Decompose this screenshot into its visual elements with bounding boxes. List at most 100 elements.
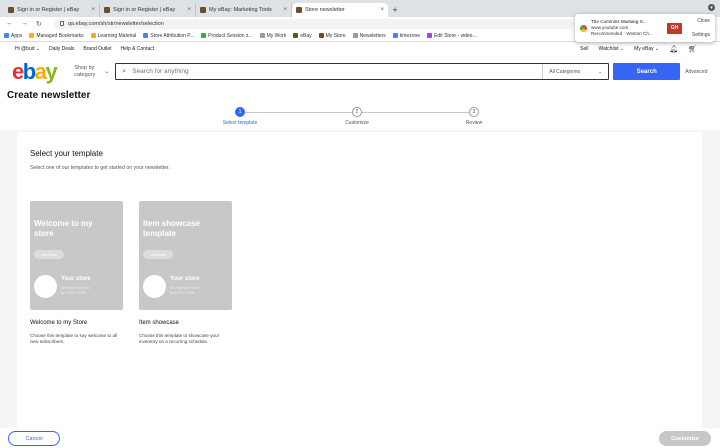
step-2-label: Customize (345, 120, 369, 126)
bell-icon[interactable]: 🔔︎ (669, 45, 678, 53)
tab-title: My eBay: Marketing Tools (209, 7, 272, 13)
close-tab-icon[interactable]: × (91, 7, 95, 13)
bookmark-label: My Work (266, 32, 287, 39)
template-welcome-name[interactable]: Welcome to my Store (30, 320, 87, 326)
bookmark-label: Store Attribution P... (150, 32, 195, 39)
figma-icon (427, 33, 433, 38)
bookmark-newsletters[interactable]: Newsletters (352, 33, 386, 39)
popup-settings-button[interactable]: Settings (686, 32, 710, 38)
search-bar: ⌕ All Categories ⌄ (115, 63, 610, 80)
step-3-label: Review (465, 120, 483, 126)
bookmark-label: eBay (300, 32, 312, 39)
cancel-button[interactable]: Cancel (8, 431, 60, 446)
video-thumbnail: GH (667, 22, 682, 34)
sheet-icon (201, 33, 207, 38)
template-preview-heading: Welcome to my store (34, 219, 93, 238)
advanced-search-link[interactable]: Advanced (685, 69, 707, 75)
search-input[interactable] (132, 68, 543, 75)
bookmark-timezone[interactable]: timezone (392, 32, 421, 39)
bookmark-label: timezone (399, 32, 421, 39)
chrome-icon (580, 24, 587, 32)
brand-outlet-link[interactable]: Brand Outlet (83, 46, 111, 52)
footer-bar (0, 428, 720, 448)
store-meta-line: On eBay since xx/xx (61, 286, 90, 290)
logo-letter: e (12, 58, 24, 84)
chevron-down-icon: ⌄ (655, 46, 660, 52)
logo-letter: y (45, 58, 57, 84)
popup-close-button[interactable]: Close (686, 18, 710, 24)
category-select[interactable]: All Categories ⌄ (542, 64, 608, 79)
popup-status: Recommended · Weston Ch... (591, 31, 653, 36)
store-meta-line: On eBay since xx/xx (170, 286, 199, 290)
template-showcase-name[interactable]: Item showcase (139, 320, 179, 326)
new-tab-icon[interactable]: + (388, 3, 402, 17)
daily-deals-link[interactable]: Daily Deals (49, 46, 74, 52)
apps-grid-icon (4, 33, 9, 38)
tab-title: Sign in or Register | eBay (113, 7, 176, 13)
bookmark-product-session[interactable]: Product Session z... (201, 32, 253, 39)
shop-by-category-button[interactable]: Shop by category (74, 65, 102, 78)
back-icon[interactable]: ← (6, 20, 13, 27)
help-contact-link[interactable]: Help & Contact (121, 46, 155, 52)
sell-link[interactable]: Sell (580, 46, 588, 52)
greeting-link[interactable]: Hi @bud ⌄ (15, 46, 40, 52)
stepper-line (245, 112, 352, 113)
browser-tab-4[interactable]: Store newsletter × (292, 3, 388, 17)
close-tab-icon[interactable]: × (187, 7, 191, 13)
chevron-down-icon: ⌄ (598, 68, 603, 75)
url-text: qa.ebay.com/sh/str/newsletter/selection (67, 20, 164, 27)
bookmark-store-attribution[interactable]: Store Attribution P... (143, 33, 194, 39)
doc-icon (143, 33, 149, 38)
window-control-icon[interactable]: ▾ (708, 4, 715, 11)
template-showcase-preview[interactable]: Item showcase template Visit Store Your … (139, 201, 232, 310)
my-ebay-link[interactable]: My eBay ⌄ (634, 46, 659, 52)
bookmark-learning[interactable]: Learning Material (90, 33, 136, 39)
bookmark-label: Product Session z... (208, 32, 253, 39)
customize-button[interactable]: Customize (659, 431, 711, 446)
cart-icon[interactable]: 🛒︎ (688, 45, 697, 53)
template-store-name: Your store (61, 276, 91, 282)
stepper-line (362, 112, 469, 113)
reload-icon[interactable]: ↻ (36, 20, 42, 28)
address-bar[interactable]: qa.ebay.com/sh/str/newsletter/selection (53, 18, 574, 29)
bookmark-ebay[interactable]: eBay (293, 32, 312, 39)
browser-tab-1[interactable]: Sign in or Register | eBay × (4, 3, 100, 17)
tab-title: Sign in or Register | eBay (17, 7, 80, 13)
doc-icon (392, 33, 398, 38)
step-3-indicator: 3 (469, 107, 479, 117)
store-avatar-placeholder (143, 275, 166, 298)
bookmark-my-work[interactable]: My Work (259, 32, 287, 39)
logo-letter: b (22, 58, 36, 84)
popup-text: The Cummins Mustang S... www.youtube.com… (591, 19, 663, 37)
bookmark-apps[interactable]: Apps (4, 33, 22, 39)
chevron-down-icon[interactable]: ⌄ (104, 68, 109, 75)
bookmark-label: Managed Bookmarks (36, 32, 84, 39)
ebay-logo[interactable]: ebay (12, 58, 58, 84)
template-store-meta: On eBay since xx/xx xx,XX,XXX 100% (170, 286, 199, 295)
page-icon (259, 33, 265, 38)
template-welcome-preview[interactable]: Welcome to my store Visit Store Your sto… (30, 201, 123, 310)
bookmark-managed[interactable]: Managed Bookmarks (29, 32, 84, 39)
close-tab-icon[interactable]: × (283, 7, 287, 13)
browser-tab-3[interactable]: My eBay: Marketing Tools × (196, 3, 292, 17)
bookmark-label: Apps (11, 32, 23, 39)
search-button[interactable]: Search (613, 63, 681, 80)
ebay-favicon-icon (104, 7, 110, 13)
logo-letter: a (34, 58, 47, 84)
template-showcase-description: Choose this template to showcase your in… (139, 333, 220, 344)
watchlist-link[interactable]: Watchlist ⌄ (598, 46, 624, 52)
chevron-down-icon: ⌄ (619, 46, 625, 52)
folder-icon (29, 33, 35, 38)
template-visit-store-pill: Visit Store (143, 250, 173, 259)
browser-tab-2[interactable]: Sign in or Register | eBay × (100, 3, 196, 17)
chevron-down-icon: ⌄ (35, 46, 41, 52)
watchlist-text: Watchlist (598, 46, 619, 52)
media-notification-popup: The Cummins Mustang S... www.youtube.com… (575, 14, 715, 42)
close-tab-icon[interactable]: × (380, 7, 384, 13)
bookmark-my-store[interactable]: My Store (318, 33, 346, 39)
ebay-favicon-icon (293, 33, 299, 38)
forward-icon[interactable]: → (21, 20, 28, 27)
template-visit-store-pill: Visit Store (34, 250, 64, 259)
page-title: Create newsletter (7, 90, 91, 101)
bookmark-edit-store[interactable]: Edit Store - video... (427, 33, 477, 39)
